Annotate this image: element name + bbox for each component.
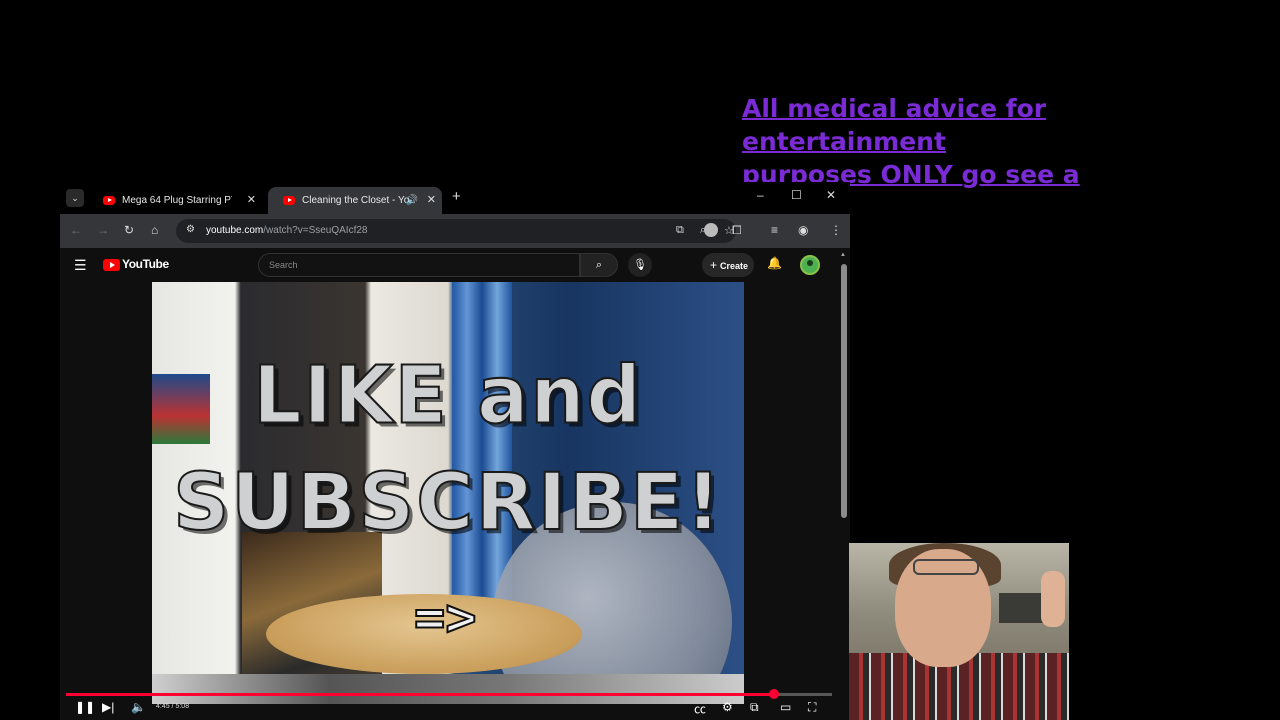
glasses — [913, 559, 979, 575]
webcam-feed — [849, 543, 1069, 720]
video-overlay-like: LIKE and — [252, 347, 643, 443]
url-text: youtube.com/watch?v=SseuQAIcf28 — [206, 225, 368, 236]
time-display: 4:45 / 5:08 — [156, 703, 190, 710]
miniplayer-icon[interactable]: ⧉ — [750, 700, 759, 715]
maximize-button[interactable]: ☐ — [791, 188, 802, 202]
search-input[interactable] — [259, 254, 579, 276]
fullscreen-icon[interactable]: ⛶ — [808, 700, 816, 715]
browser-toolbar: ← → ↻ ⌂ ⚙ youtube.com/watch?v=SseuQAIcf2… — [60, 214, 850, 248]
address-bar[interactable]: ⚙ youtube.com/watch?v=SseuQAIcf28 ⧉ ⌕ ☆ — [176, 219, 736, 243]
menu-icon[interactable]: ⋮ — [830, 223, 842, 237]
youtube-logo-icon — [103, 259, 120, 271]
raised-hand — [1041, 571, 1065, 627]
progress-played — [66, 693, 774, 696]
create-button[interactable]: + Create — [702, 253, 754, 277]
youtube-header: ☰ YouTube ⌕ 🎙 +Create 🔔 — [60, 248, 838, 282]
scroll-up-icon[interactable]: ▲ — [840, 252, 846, 258]
volume-icon[interactable]: 🔈 — [131, 700, 146, 714]
player-controls: ❚❚ ▶| 🔈 4:45 / 5:08 ㏄ ⚙ ⧉ ▭ ⛶ — [60, 698, 838, 720]
bell-icon[interactable]: 🔔 — [767, 256, 782, 270]
site-settings-icon[interactable]: ⚙ — [186, 224, 195, 235]
blue-curtain — [452, 282, 512, 612]
page-scrollbar[interactable]: ▲ — [840, 252, 848, 716]
video-progress-bar[interactable] — [66, 689, 832, 699]
plus-icon[interactable]: + — [452, 188, 461, 205]
search-icon[interactable]: ⌕ — [580, 253, 618, 277]
hamburger-icon[interactable]: ☰ — [74, 257, 87, 274]
audio-icon[interactable]: 🔊 — [406, 187, 418, 214]
install-icon[interactable]: ⧉ — [676, 224, 684, 237]
home-icon[interactable]: ⌂ — [151, 223, 158, 237]
back-icon[interactable]: ← — [70, 223, 82, 237]
youtube-page: ☰ YouTube ⌕ 🎙 +Create 🔔 ▲ LIKE — [60, 248, 850, 720]
theater-icon[interactable]: ▭ — [780, 700, 791, 714]
video-overlay-subscribe: SUBSCRIBE! — [172, 457, 723, 549]
tab-cleaning-closet[interactable]: Cleaning the Closet - YouTube 🔊 ✕ — [268, 187, 442, 214]
youtube-favicon — [103, 196, 115, 205]
next-icon[interactable]: ▶| — [102, 700, 114, 714]
forward-icon[interactable]: → — [97, 223, 109, 237]
search-box[interactable] — [258, 253, 580, 277]
plus-icon: + — [710, 258, 718, 272]
tab-strip: ⌄ Mega 64 Plug Starring PTK - Yo ✕ Clean… — [60, 182, 850, 214]
close-icon[interactable]: ✕ — [427, 187, 436, 214]
close-icon[interactable]: ✕ — [247, 187, 256, 214]
browser-window: ⌄ Mega 64 Plug Starring PTK - Yo ✕ Clean… — [60, 182, 850, 720]
youtube-favicon — [283, 196, 295, 205]
video-overlay-arrow: => — [413, 587, 478, 649]
captions-icon[interactable]: ㏄ — [694, 700, 706, 717]
scrollbar-thumb[interactable] — [841, 264, 847, 518]
chevron-down-icon[interactable]: ⌄ — [66, 189, 84, 207]
profile-icon[interactable]: ◉ — [798, 223, 808, 237]
tab-title: Mega 64 Plug Starring PTK - Yo — [122, 195, 232, 206]
close-window-button[interactable]: ✕ — [826, 188, 836, 202]
media-controls-icon[interactable]: ≡ — [771, 223, 778, 237]
reload-icon[interactable]: ↻ — [124, 223, 134, 237]
mic-icon[interactable]: 🎙 — [628, 253, 652, 277]
tab-mega64[interactable]: Mega 64 Plug Starring PTK - Yo ✕ — [88, 187, 262, 214]
profile-extension-icon[interactable] — [704, 223, 718, 240]
video-player[interactable]: LIKE and SUBSCRIBE! => — [152, 282, 744, 704]
pause-icon[interactable]: ❚❚ — [75, 700, 95, 714]
tab-title: Cleaning the Closet - YouTube — [302, 195, 410, 206]
avatar[interactable] — [800, 255, 820, 275]
extensions-icon[interactable]: ⧠ — [732, 223, 742, 238]
minimize-button[interactable]: – — [757, 188, 764, 202]
settings-icon[interactable]: ⚙ — [722, 700, 733, 714]
